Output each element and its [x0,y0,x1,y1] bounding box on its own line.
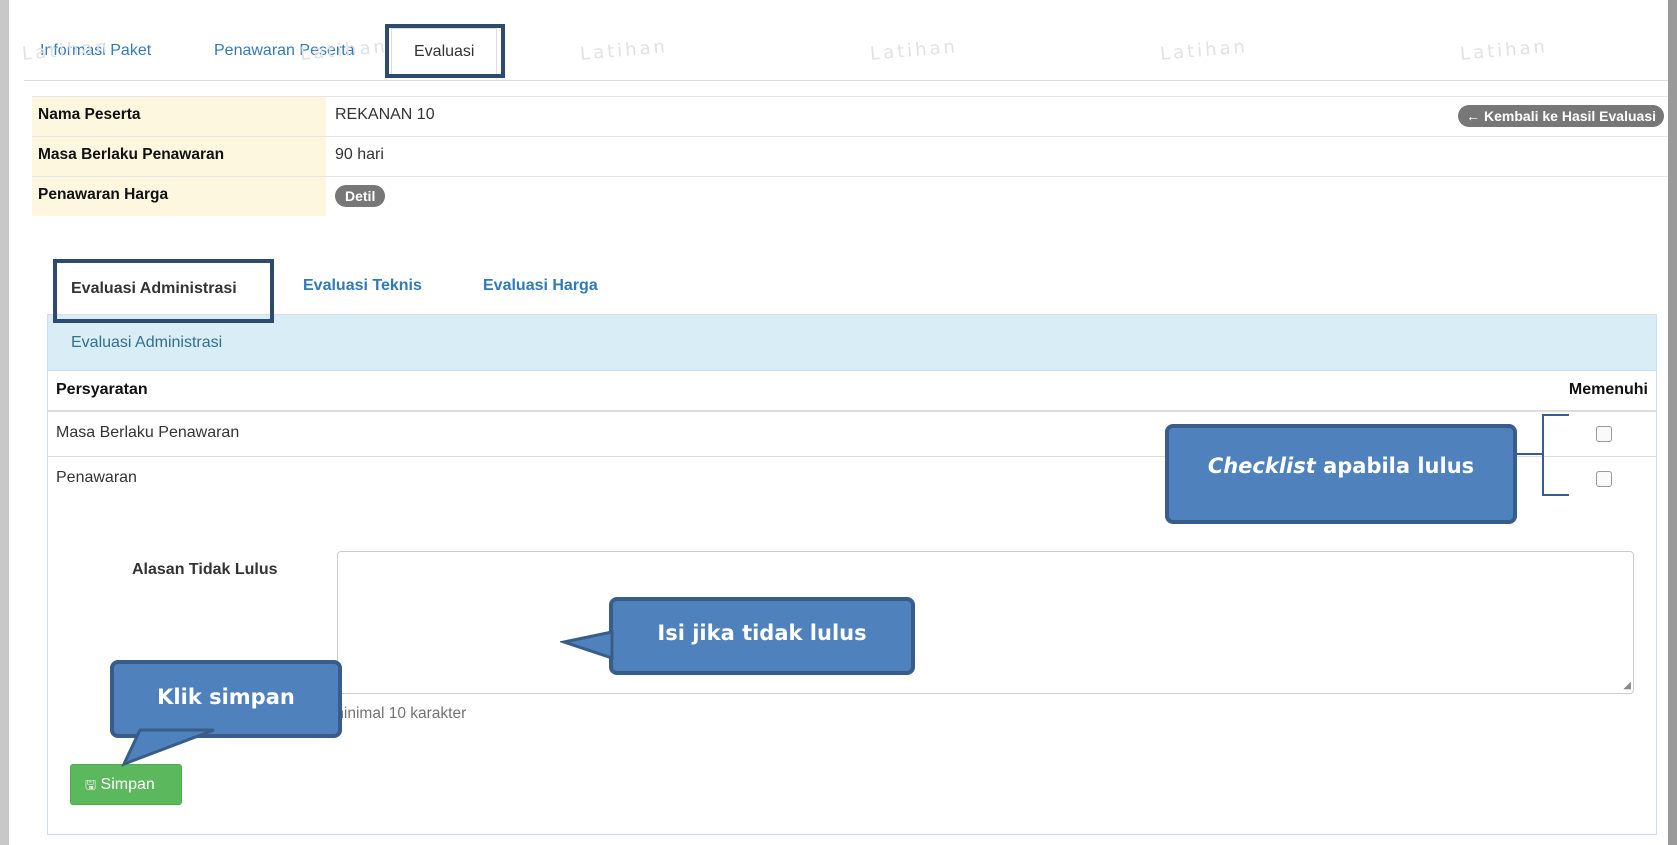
panel-title: Evaluasi Administrasi [48,315,1656,371]
highlight-evaluasi-tab [385,24,505,78]
callout-isi-pointer [560,630,614,660]
tab-informasi-paket[interactable]: Informasi Paket [40,42,151,60]
tab-penawaran-peserta[interactable]: Penawaran Peserta [214,42,355,60]
callout-checklist-italic: Checklist [1207,454,1316,478]
column-persyaratan: Persyaratan [56,381,148,398]
page: Latihan Latihan Latihan Latihan Latihan … [0,0,1668,845]
alasan-textarea[interactable]: ◢ [337,551,1634,694]
tab-evaluasi-teknis[interactable]: Evaluasi Teknis [303,277,422,295]
tab-evaluasi-harga[interactable]: Evaluasi Harga [483,277,598,295]
callout-checklist-text: apabila lulus [1315,454,1475,478]
callout-simpan: Klik simpan [110,660,342,738]
info-row: Nama Peserta REKANAN 10 ← Kembali ke Has… [32,96,1668,136]
resize-handle-icon[interactable]: ◢ [1623,680,1631,691]
info-label: Masa Berlaku Penawaran [32,137,326,176]
save-button[interactable]: 🖫 Simpan [70,764,182,805]
highlight-administrasi-tab [53,259,274,323]
save-button-label: Simpan [100,776,155,793]
back-to-evaluation-button[interactable]: ← Kembali ke Hasil Evaluasi [1458,105,1664,127]
info-value: REKANAN 10 [335,106,435,123]
requirement-label: Masa Berlaku Penawaran [56,424,240,441]
callout-bracket-lines [1517,414,1569,496]
evaluation-tab-bar: Evaluasi Administrasi Evaluasi Teknis Ev… [47,258,1657,315]
memenuhi-checkbox[interactable] [1596,426,1612,442]
info-row: Penawaran Harga Detil [32,176,1668,216]
detil-button[interactable]: Detil [335,185,386,207]
callout-simpan-pointer [121,728,215,767]
floppy-disk-icon: 🖫 [85,777,97,792]
alasan-label: Alasan Tidak Lulus [132,561,278,578]
table-header: Persyaratan Memenuhi [48,371,1656,412]
info-row: Masa Berlaku Penawaran 90 hari [32,136,1668,176]
memenuhi-checkbox[interactable] [1596,471,1612,487]
info-value: 90 hari [335,146,384,163]
info-label: Nama Peserta [32,97,326,136]
alasan-hint: minimal 10 karakter [331,705,467,722]
requirement-label: Penawaran [56,469,137,486]
callout-checklist: Checklist apabila lulus [1165,424,1517,524]
participant-info-table: Nama Peserta REKANAN 10 ← Kembali ke Has… [32,96,1668,216]
info-value: Detil [335,185,386,207]
callout-isi: Isi jika tidak lulus [609,597,915,675]
info-label: Penawaran Harga [32,177,326,216]
top-tab-bar: Informasi Paket Penawaran Peserta Evalua… [24,28,1668,81]
column-memenuhi: Memenuhi [1568,381,1648,398]
